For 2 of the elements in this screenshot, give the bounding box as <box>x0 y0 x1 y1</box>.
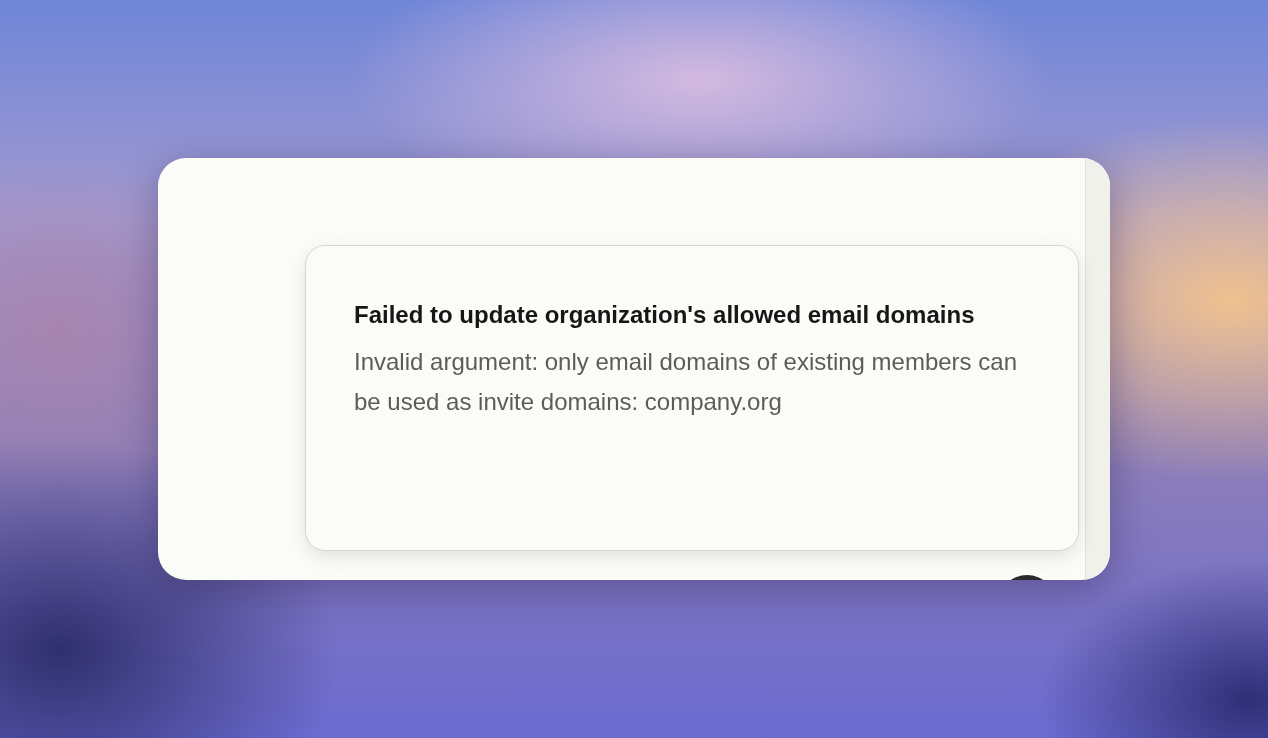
toast-message: Invalid argument: only email domains of existing members can be used as invite domains: company.org <box>354 347 1018 417</box>
toast-title: Failed to update organization's allowed email domains <box>354 300 976 330</box>
